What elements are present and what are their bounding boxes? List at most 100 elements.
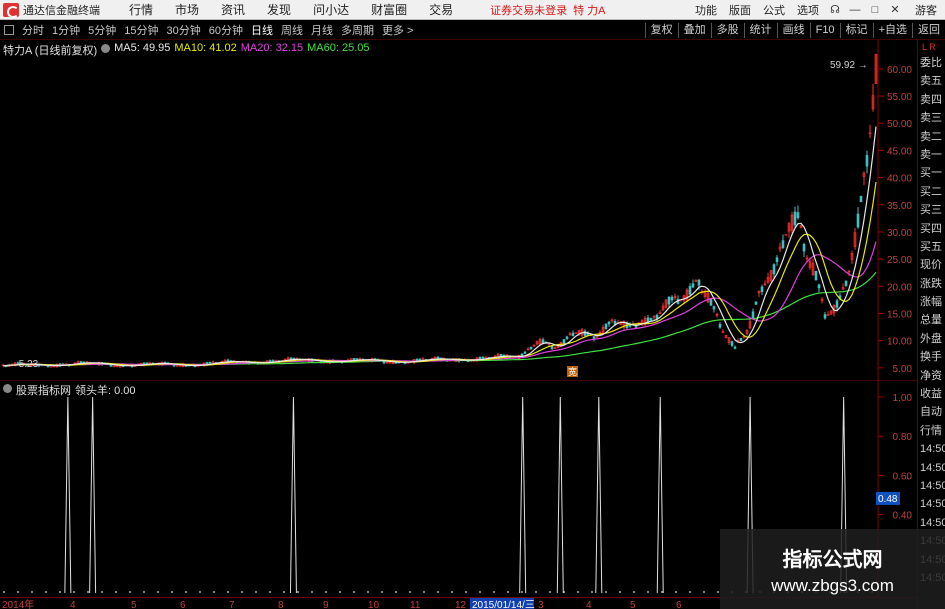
checkbox-icon[interactable] [4,25,14,35]
guest-label[interactable]: 游客 [915,2,937,18]
candle-body [760,286,764,293]
more-periods-button[interactable]: 更多 > [382,22,413,38]
baseline-dot [675,591,677,593]
minimize-icon[interactable]: — [847,2,863,18]
quote-panel-item[interactable]: 买五 [918,238,945,256]
quote-panel-item[interactable]: 14:50 [918,440,945,458]
period-tab-timeshare[interactable]: 分时 [22,22,44,38]
quote-panel-item[interactable]: 换手 [918,348,945,366]
menu-item-layout[interactable]: 版面 [729,2,751,18]
candle-body [145,362,149,365]
settings-icon[interactable] [3,384,12,393]
date-label: 5 [131,600,137,609]
baseline-dot [591,591,593,593]
quote-panel-item[interactable]: 卖一 [918,146,945,164]
candle-body [718,323,722,328]
candle-body [712,306,716,310]
menu-item-trade[interactable]: 交易 [429,1,453,18]
baseline-dot [213,591,215,593]
headset-icon[interactable]: ☊ [827,2,843,18]
candle-body [208,362,212,364]
period-tab-weekly[interactable]: 周线 [281,22,303,38]
quote-panel-item[interactable]: 14:50 [918,459,945,477]
close-icon[interactable]: ✕ [887,2,903,18]
quote-panel-item[interactable]: 卖三 [918,109,945,127]
baseline-dot [297,591,299,593]
menu-item-news[interactable]: 资讯 [221,1,245,18]
candle-body [754,301,758,305]
candle-body [550,346,554,349]
baseline-dot [465,591,467,593]
quote-panel-item[interactable]: 卖五 [918,72,945,90]
y-axis-label: 10.00 [887,337,912,348]
quote-panel-item[interactable]: 外盘 [918,330,945,348]
candle-body [865,155,869,167]
date-label: 5 [630,600,636,609]
baseline-dot [157,591,159,593]
indicator-spike [556,396,564,594]
quote-panel-item[interactable]: 行情 [918,422,945,440]
candle-body [817,284,821,289]
menu-item-quotes[interactable]: 行情 [129,1,153,18]
menu-item-discover[interactable]: 发现 [267,1,291,18]
candle-body [109,364,113,367]
candle-body [814,270,818,281]
baseline-dot [255,591,257,593]
baseline-dot [493,591,495,593]
quote-panel-item[interactable]: 自动 [918,403,945,421]
baseline-dot [703,591,705,593]
quote-panel-item[interactable]: 现价 [918,256,945,274]
settings-icon[interactable] [101,44,111,53]
mark-button[interactable]: 标记 [839,22,873,38]
menu-item-formula[interactable]: 公式 [763,2,785,18]
period-tab-30min[interactable]: 30分钟 [167,22,201,38]
quote-panel-item[interactable]: 涨幅 [918,293,945,311]
period-tab-1min[interactable]: 1分钟 [52,22,80,38]
watermark-title: 指标公式网 [782,548,883,571]
quote-panel-item[interactable]: 总量 [918,311,945,329]
period-tab-monthly[interactable]: 月线 [311,22,333,38]
indicator-title: 股票指标网 [16,385,71,397]
quote-panel-item[interactable]: 买四 [918,220,945,238]
baseline-dot [59,591,61,593]
menu-item-wealth[interactable]: 财富圈 [371,1,407,18]
menu-item-ask[interactable]: 问小达 [313,1,349,18]
quote-panel-item[interactable]: 14:50 [918,495,945,513]
quote-panel-item[interactable]: 净资 [918,367,945,385]
overlay-button[interactable]: 叠加 [677,22,711,38]
kline-chart-svg[interactable]: 60.00 55.00 50.00 45.00 40.00 35.00 30.00 25.00… [0,40,917,380]
quote-panel-item[interactable]: 涨跌 [918,275,945,293]
quote-panel-item[interactable]: 买二 [918,183,945,201]
maximize-icon[interactable]: □ [867,2,883,18]
menu-item-market[interactable]: 市场 [175,1,199,18]
quote-panel-item[interactable]: 委比 [918,54,945,72]
quote-panel-item[interactable]: 卖二 [918,128,945,146]
period-tab-60min[interactable]: 60分钟 [209,22,243,38]
menu-item-options[interactable]: 选项 [797,2,819,18]
quote-panel-item[interactable]: 14:50 [918,477,945,495]
login-status[interactable]: 证券交易未登录 [490,2,567,18]
statistics-button[interactable]: 统计 [743,22,777,38]
baseline-dot [45,591,47,593]
adjust-button[interactable]: 复权 [644,22,678,38]
back-button[interactable]: 返回 [912,22,945,38]
period-tab-15min[interactable]: 15分钟 [124,22,158,38]
quote-panel-item[interactable]: 买一 [918,164,945,182]
quote-panel-item[interactable]: 收益 [918,385,945,403]
f10-button[interactable]: F10 [809,22,840,38]
baseline-dot [437,591,439,593]
date-year-label: 2014年 [2,598,34,609]
draw-line-button[interactable]: 画线 [776,22,810,38]
period-tab-5min[interactable]: 5分钟 [88,22,116,38]
low-price-label: ← 5.23 [6,359,39,370]
quote-panel-item[interactable]: 买三 [918,201,945,219]
multi-stock-button[interactable]: 多股 [710,22,744,38]
add-favorite-button[interactable]: +自选 [872,22,912,38]
date-label: 8 [278,600,284,609]
menu-item-functions[interactable]: 功能 [695,2,717,18]
quote-panel-item[interactable]: 卖四 [918,91,945,109]
baseline-dot [577,591,579,593]
period-tab-multi[interactable]: 多周期 [341,22,374,38]
kline-chart[interactable]: 60.00 55.00 50.00 45.00 40.00 35.00 30.00 25.00… [0,40,917,380]
period-tab-daily[interactable]: 日线 [251,22,273,38]
